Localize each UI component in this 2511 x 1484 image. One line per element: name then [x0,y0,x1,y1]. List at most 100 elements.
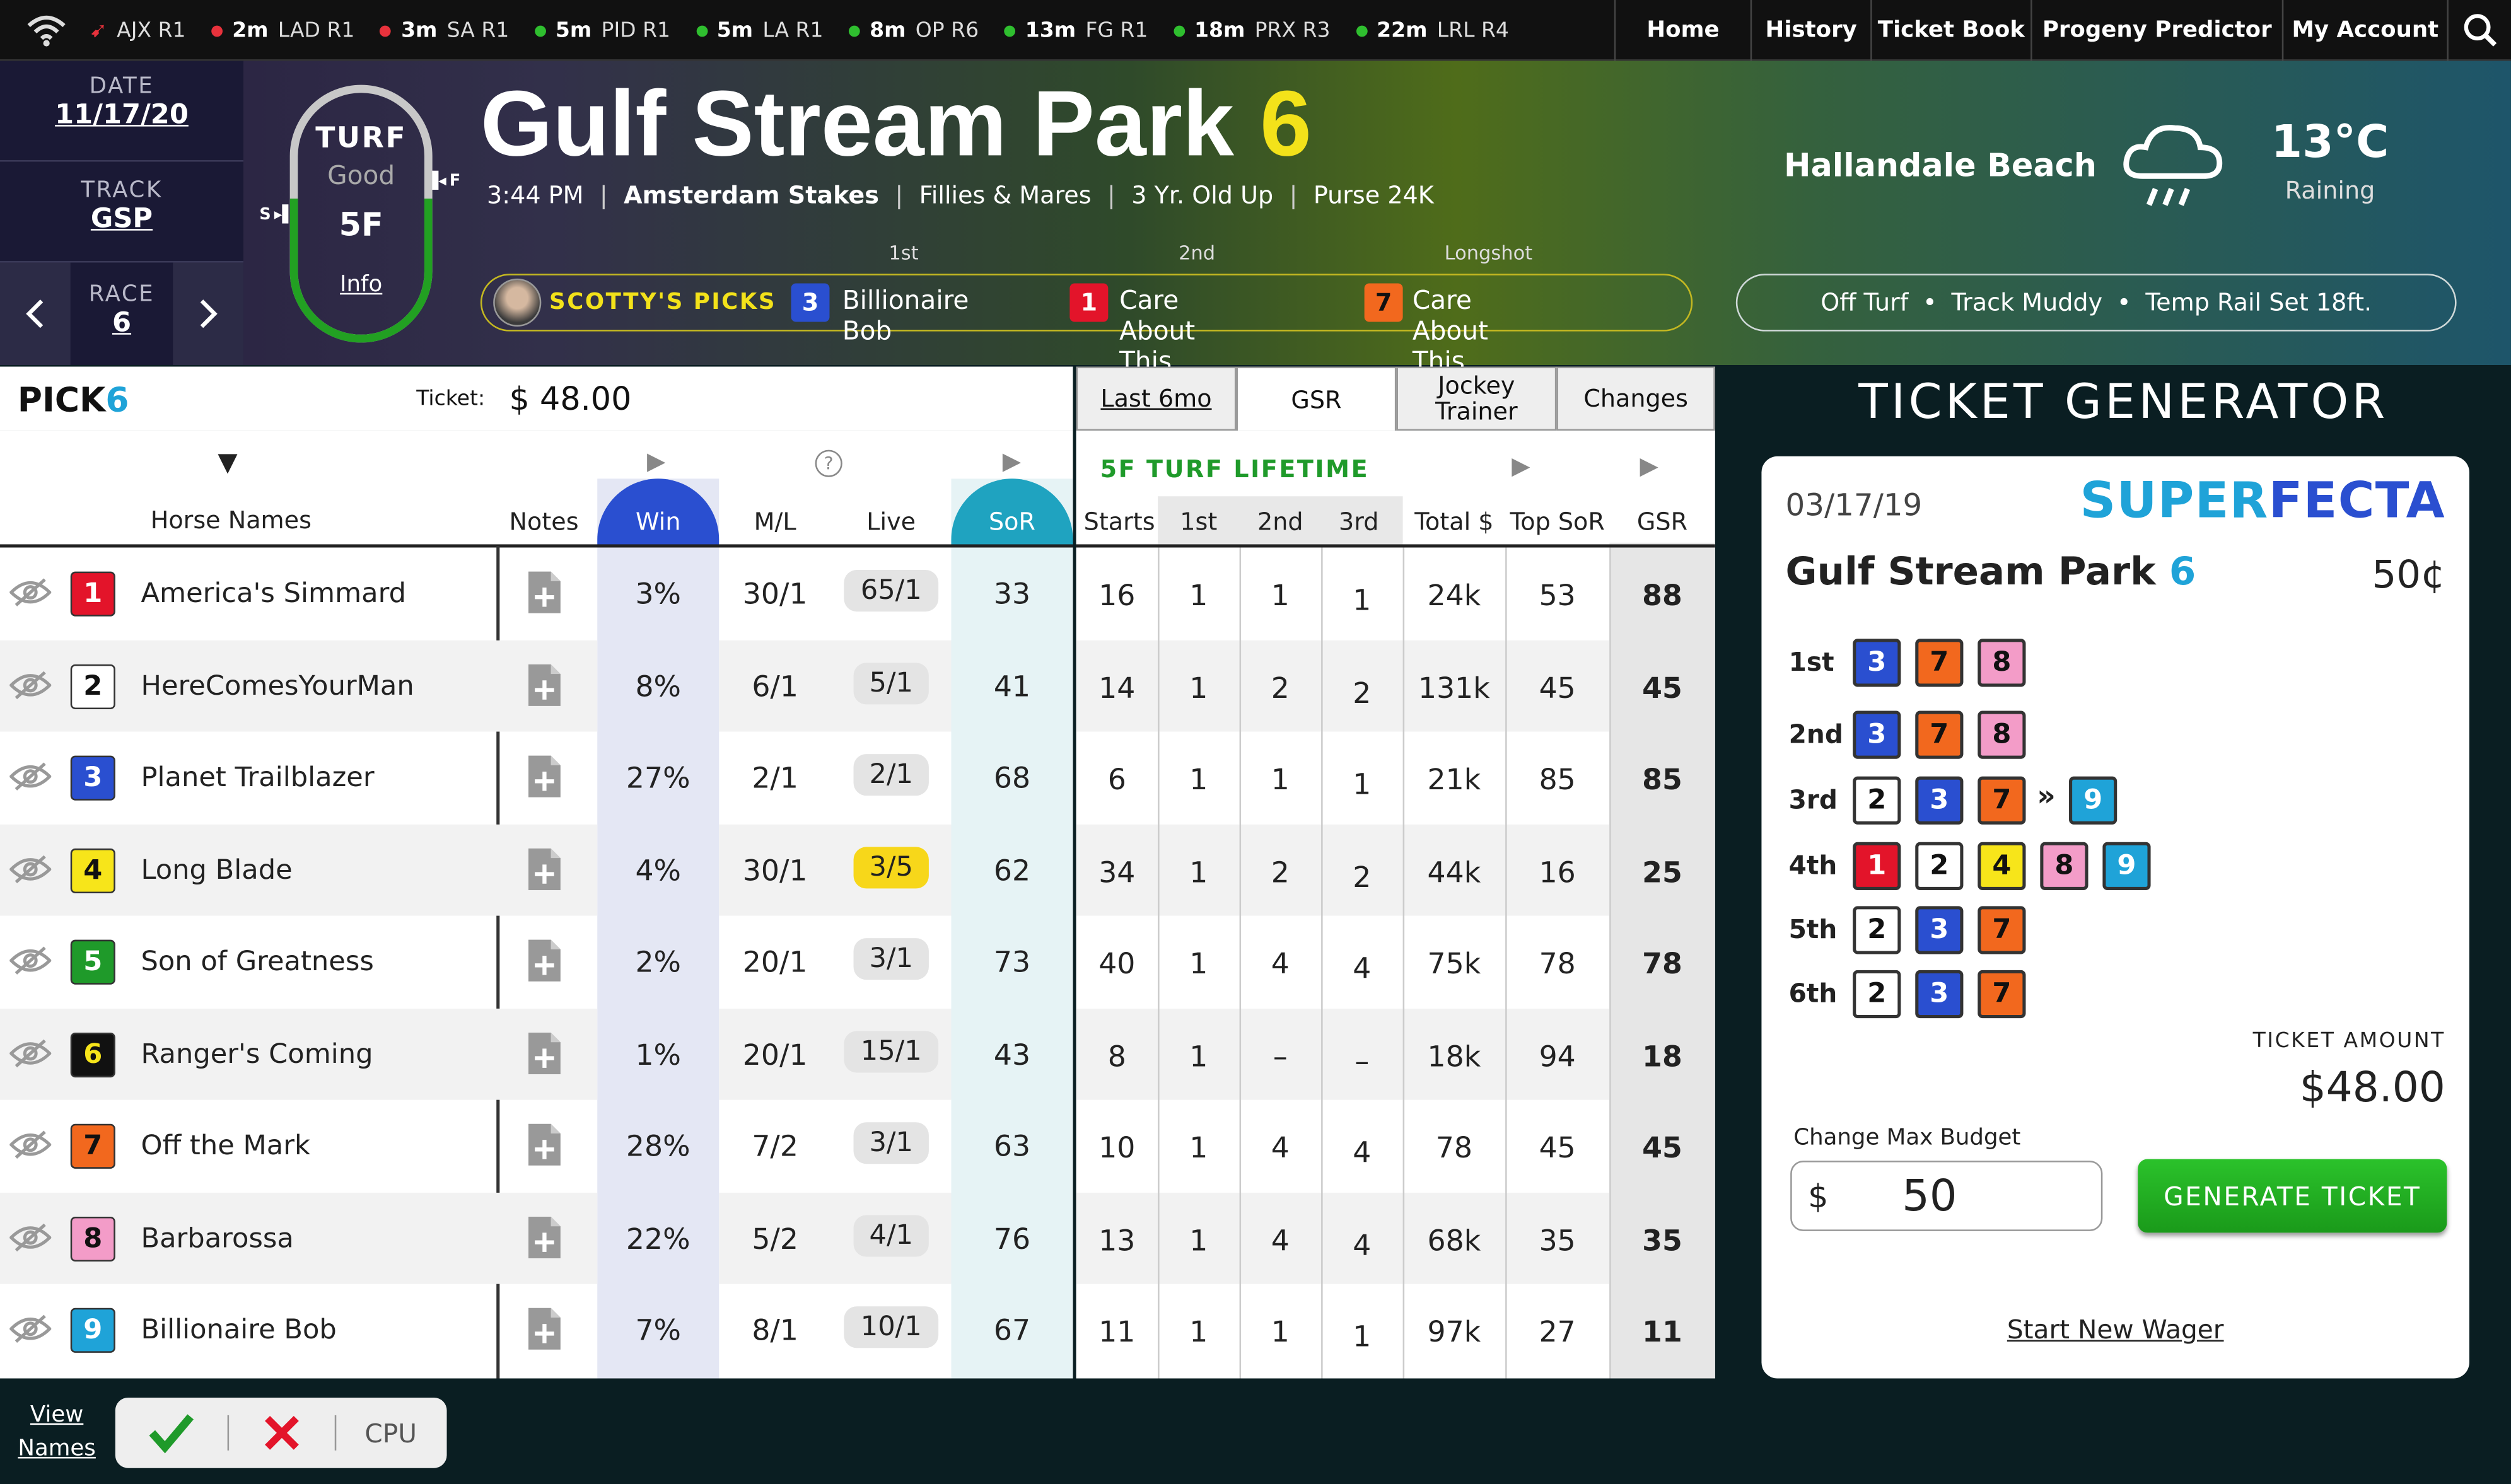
hide-eye-icon[interactable] [9,852,52,891]
add-note-icon[interactable] [527,570,562,621]
race-alert[interactable]: 5m PID R1 [534,18,670,42]
hide-eye-icon[interactable] [9,1036,52,1075]
nav-history[interactable]: History [1750,0,1870,61]
nav-ticket-book[interactable]: Ticket Book [1870,0,2030,61]
track-value[interactable]: GSP [0,204,243,236]
race-alert[interactable]: 3m SA R1 [380,18,509,42]
accept-button[interactable] [115,1398,228,1468]
hide-eye-icon[interactable] [9,944,52,983]
add-note-icon[interactable] [527,1030,562,1081]
col-sor[interactable]: SoR [951,507,1073,536]
ticket-horse-badge[interactable]: 9 [2102,842,2151,890]
race-value[interactable]: 6 [71,308,173,340]
table-row[interactable]: 9 Billionaire Bob 7% 8/1 10/1 67 [0,1284,1073,1376]
hide-eye-icon[interactable] [9,1220,52,1259]
nav-progeny-predictor[interactable]: Progeny Predictor [2030,0,2282,61]
stats-col-4[interactable]: Total $ [1403,507,1506,536]
play-icon[interactable]: ▶ [1003,447,1021,476]
hide-eye-icon[interactable] [9,760,52,799]
horse-name[interactable]: Ranger's Coming [141,1038,373,1070]
ticket-horse-badge[interactable]: 2 [1853,906,1901,954]
reject-button[interactable] [229,1398,335,1468]
ticket-horse-badge[interactable]: 7 [1915,710,1964,759]
horse-name[interactable]: HereComesYourMan [141,670,414,702]
hide-eye-icon[interactable] [9,1313,52,1351]
race-alert[interactable]: 22m LRL R4 [1356,18,1509,42]
ticket-horse-badge[interactable]: 7 [1915,639,1964,687]
play-icon[interactable]: ▶ [1640,451,1658,480]
sort-down-icon[interactable]: ▼ [218,447,237,477]
ticket-horse-badge[interactable]: 8 [1978,710,2026,759]
col-ml[interactable]: M/L [719,507,831,536]
stats-col-2[interactable]: 2nd [1240,507,1322,536]
next-race-button[interactable] [173,262,244,366]
race-alert[interactable]: 2m LAD R1 [211,18,354,42]
tab-last-6mo[interactable]: Last 6mo [1076,366,1237,431]
add-note-icon[interactable] [527,938,562,989]
hide-eye-icon[interactable] [9,576,52,615]
date-value[interactable]: 11/17/20 [0,99,243,131]
pick-name[interactable]: Billionaire Bob [842,285,969,346]
ticket-horse-badge[interactable]: 8 [2040,842,2089,890]
table-row[interactable]: 8 Barbarossa 22% 5/2 4/1 76 [0,1191,1073,1284]
ticket-horse-badge[interactable]: 3 [1915,906,1964,954]
play-icon[interactable]: ▶ [647,447,665,476]
ticket-horse-badge[interactable]: 3 [1915,970,1964,1019]
table-row[interactable]: 5 Son of Greatness 2% 20/1 3/1 73 [0,916,1073,1008]
add-note-icon[interactable] [527,1122,562,1173]
add-note-icon[interactable] [527,754,562,805]
col-horse-names[interactable]: Horse Names [151,506,312,535]
view-names-link[interactable]: View Names [13,1400,101,1467]
ticket-horse-badge[interactable]: 3 [1915,776,1964,825]
hide-eye-icon[interactable] [9,1128,52,1167]
stats-col-3[interactable]: 3rd [1321,507,1396,536]
race-alert[interactable]: 8m OP R6 [849,18,979,42]
stats-col-0[interactable]: Starts [1076,507,1163,536]
table-row[interactable]: 3 Planet Trailblazer 27% 2/1 2/1 68 [0,732,1073,824]
tab-changes[interactable]: Changes [1556,366,1715,431]
ticket-horse-badge[interactable]: 2 [1915,842,1964,890]
ticket-horse-badge[interactable]: 7 [1978,970,2026,1019]
horse-name[interactable]: America's Simmard [141,578,406,610]
race-alert[interactable]: 13m FG R1 [1004,18,1148,42]
table-row[interactable]: 6 Ranger's Coming 1% 20/1 15/1 43 [0,1007,1073,1100]
col-win[interactable]: Win [597,507,719,536]
stats-col-5[interactable]: Top SoR [1505,507,1609,536]
ticket-horse-badge[interactable]: 2 [1853,776,1901,825]
ticket-horse-badge[interactable]: 3 [1853,710,1901,759]
col-live[interactable]: Live [831,507,951,536]
add-note-icon[interactable] [527,1306,562,1357]
table-row[interactable]: 4 Long Blade 4% 30/1 3/5 62 [0,823,1073,916]
horse-name[interactable]: Son of Greatness [141,946,373,978]
cpu-button[interactable]: CPU [336,1398,445,1468]
prev-race-button[interactable] [0,262,71,366]
table-row[interactable]: 1 America's Simmard 3% 30/1 65/1 33 [0,548,1073,640]
horse-name[interactable]: Long Blade [141,854,292,886]
ticket-horse-badge[interactable]: 8 [1978,639,2026,687]
tab-jockey-trainer[interactable]: Jockey Trainer [1396,366,1557,431]
budget-input[interactable]: $ 50 [1790,1161,2103,1231]
ticket-horse-badge[interactable]: 3 [1853,639,1901,687]
horse-name[interactable]: Planet Trailblazer [141,762,374,794]
ticket-horse-badge[interactable]: 4 [1978,842,2026,890]
race-alert[interactable]: ➹ AJX R1 [90,18,185,42]
help-icon[interactable]: ? [815,449,842,477]
pick-name[interactable]: Care About This [1119,285,1195,376]
info-link[interactable]: Info [290,272,433,298]
tab-gsr[interactable]: GSR [1236,366,1397,431]
ticket-horse-badge[interactable]: 2 [1853,970,1901,1019]
hide-eye-icon[interactable] [9,668,52,707]
table-row[interactable]: 2 HereComesYourMan 8% 6/1 5/1 41 [0,639,1073,732]
play-icon[interactable]: ▶ [1512,451,1530,480]
pick-name[interactable]: Care About This [1413,285,1488,376]
nav-my-account[interactable]: My Account [2281,0,2447,61]
ticket-horse-badge[interactable]: 7 [1978,906,2026,954]
table-row[interactable]: 7 Off the Mark 28% 7/2 3/1 63 [0,1100,1073,1192]
add-note-icon[interactable] [527,662,562,713]
race-alert[interactable]: 5m LA R1 [696,18,824,42]
start-new-wager-link[interactable]: Start New Wager [1761,1314,2469,1345]
ticket-horse-badge[interactable]: 9 [2069,776,2118,825]
add-note-icon[interactable] [527,1214,562,1265]
ticket-horse-badge[interactable]: 1 [1853,842,1901,890]
generate-ticket-button[interactable]: GENERATE TICKET [2138,1159,2447,1233]
